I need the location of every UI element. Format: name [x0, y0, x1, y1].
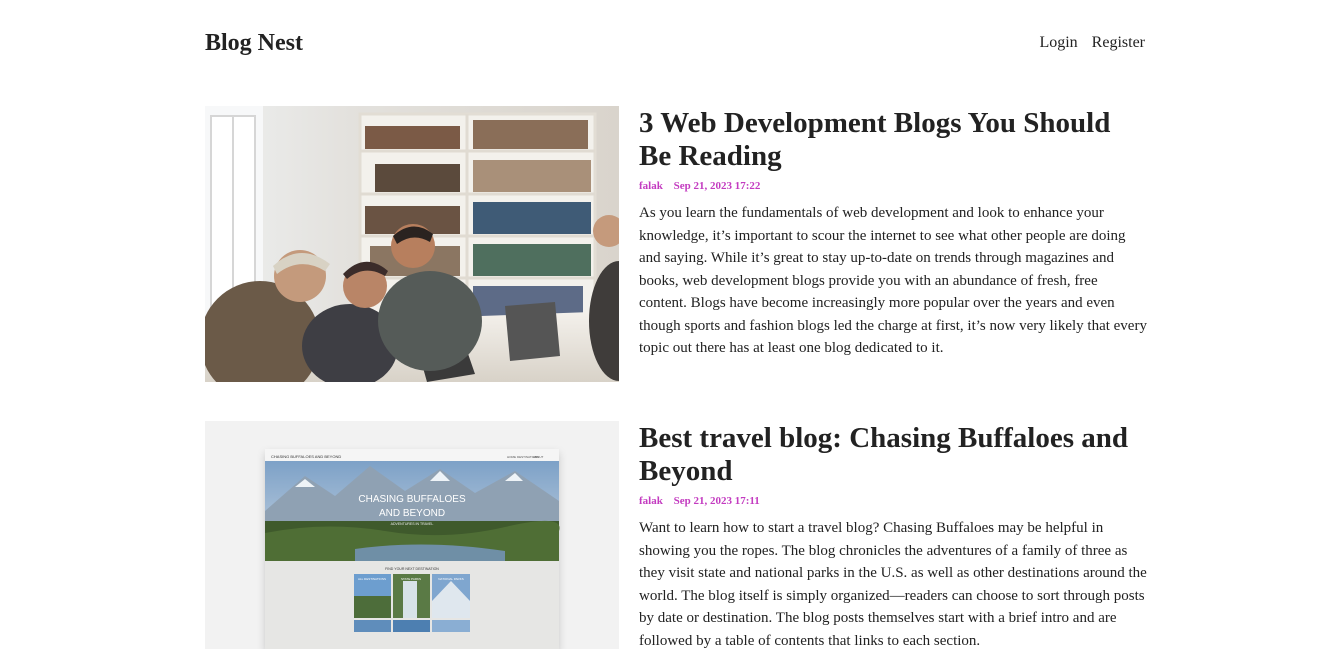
- brand-logo-link[interactable]: Blog Nest: [205, 28, 303, 58]
- post-title-link[interactable]: 3 Web Development Blogs You Should Be Re…: [639, 106, 1149, 173]
- post-card: 3 Web Development Blogs You Should Be Re…: [205, 106, 1147, 382]
- post-excerpt: As you learn the fundamentals of web dev…: [639, 205, 1147, 356]
- top-navbar: Blog Nest Login Register: [205, 26, 1145, 60]
- post-image-travel-blog[interactable]: CHASING BUFFALOES AND BEYOND HOME DESTIN…: [205, 421, 619, 649]
- post-title-link[interactable]: Best travel blog: Chasing Buffaloes and …: [639, 421, 1149, 488]
- thumb-find-heading: FIND YOUR NEXT DESTINATION: [385, 567, 439, 571]
- login-link[interactable]: Login: [1039, 34, 1077, 51]
- nav-links: Login Register: [1029, 33, 1145, 53]
- post-excerpt: Want to learn how to start a travel blog…: [639, 520, 1147, 649]
- post-meta: falak Sep 21, 2023 17:11: [639, 494, 1149, 508]
- thumb-hero-title-1: CHASING BUFFALOES: [358, 494, 466, 505]
- thumb-tile-national: NATIONAL PARKS: [438, 577, 463, 581]
- travel-site-thumbnail: CHASING BUFFALOES AND BEYOND HOME DESTIN…: [205, 421, 619, 649]
- post-date: Sep 21, 2023 17:11: [673, 495, 760, 507]
- post-date: Sep 21, 2023 17:22: [673, 180, 761, 192]
- post-meta: falak Sep 21, 2023 17:22: [639, 179, 1149, 193]
- thumb-tile-all: ALL DESTINATIONS: [358, 577, 386, 581]
- team-photo-illustration: [205, 106, 619, 382]
- post-card: CHASING BUFFALOES AND BEYOND HOME DESTIN…: [205, 421, 1147, 661]
- thumb-hero-sub: ADVENTURES IN TRAVEL: [391, 522, 434, 526]
- thumb-nav-home: HOME: [507, 455, 516, 459]
- post-text: Best travel blog: Chasing Buffaloes and …: [639, 421, 1149, 652]
- register-link[interactable]: Register: [1092, 34, 1145, 51]
- thumb-tile-state: STATE PARKS: [401, 577, 421, 581]
- thumb-site-name: CHASING BUFFALOES AND BEYOND: [271, 454, 341, 459]
- post-author: falak: [639, 180, 663, 192]
- post-author: falak: [639, 495, 663, 507]
- post-text: 3 Web Development Blogs You Should Be Re…: [639, 106, 1149, 360]
- post-image-team-meeting[interactable]: [205, 106, 619, 382]
- thumb-hero-title-2: AND BEYOND: [379, 508, 445, 519]
- thumb-nav-about: ABOUT: [533, 455, 544, 459]
